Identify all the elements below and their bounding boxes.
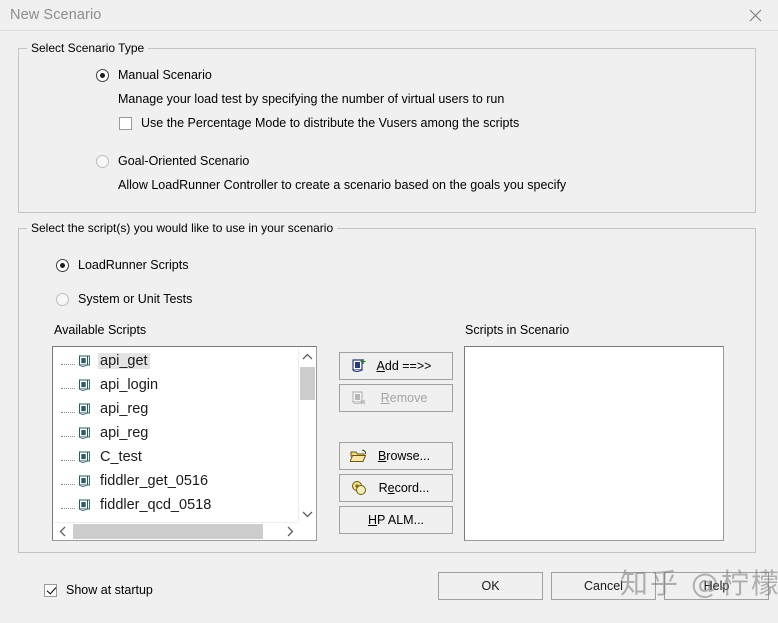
percentage-mode-label: Use the Percentage Mode to distribute th… <box>141 116 519 130</box>
radio-indicator-manual <box>96 69 109 82</box>
record-button[interactable]: Record... <box>339 474 453 502</box>
script-icon <box>77 378 92 393</box>
tree-line <box>61 435 75 437</box>
remove-script-label: Remove <box>368 391 452 405</box>
browse-button[interactable]: Browse... <box>339 442 453 470</box>
record-label: Record... <box>368 481 452 495</box>
tree-line <box>61 363 75 365</box>
list-item-label: api_login <box>98 377 160 393</box>
window-title: New Scenario <box>10 7 101 23</box>
scroll-up-arrow-icon[interactable] <box>299 348 316 365</box>
radio-loadrunner-scripts[interactable]: LoadRunner Scripts <box>56 258 188 272</box>
radio-indicator-loadrunner <box>56 259 69 272</box>
available-horizontal-scroll-thumb[interactable] <box>73 524 263 539</box>
title-bar: New Scenario <box>0 0 778 31</box>
scripts-group-legend: Select the script(s) you would like to u… <box>27 221 337 235</box>
record-icon <box>350 479 368 497</box>
list-item-label: fiddler_qcd_0518 <box>98 497 213 513</box>
hp-alm-button[interactable]: HP ALM... <box>339 506 453 534</box>
available-horizontal-scrollbar[interactable] <box>54 522 298 539</box>
scripts-in-scenario-items[interactable] <box>467 349 721 538</box>
percentage-mode-checkbox[interactable]: Use the Percentage Mode to distribute th… <box>119 116 519 130</box>
scripts-in-scenario-label: Scripts in Scenario <box>465 323 569 337</box>
list-item[interactable]: fiddler_qcd_0518 <box>55 493 299 517</box>
available-scripts-items[interactable]: api_get api_login api_reg api_reg C_testfidd… <box>55 349 299 521</box>
radio-label-goal: Goal-Oriented Scenario <box>118 154 249 168</box>
hp-alm-label: HP ALM... <box>340 513 452 527</box>
radio-indicator-goal <box>96 155 109 168</box>
goal-scenario-description: Allow LoadRunner Controller to create a … <box>118 178 566 192</box>
list-item[interactable]: fiddler_get_0516 <box>55 469 299 493</box>
list-item[interactable]: api_get <box>55 349 299 373</box>
list-item[interactable]: api_reg <box>55 421 299 445</box>
available-vertical-scrollbar[interactable] <box>298 348 315 522</box>
cancel-button[interactable]: Cancel <box>551 572 656 600</box>
checkbox-indicator-show-at-startup <box>44 584 57 597</box>
radio-goal-oriented-scenario[interactable]: Goal-Oriented Scenario <box>96 154 249 168</box>
scrollbar-corner <box>298 522 315 539</box>
scroll-left-arrow-icon[interactable] <box>54 523 71 540</box>
tree-line <box>61 483 75 485</box>
tree-line <box>61 411 75 413</box>
close-button[interactable] <box>733 0 778 30</box>
remove-script-icon <box>350 389 368 407</box>
manual-scenario-description: Manage your load test by specifying the … <box>118 92 504 106</box>
list-item[interactable]: C_test <box>55 445 299 469</box>
tree-line <box>61 507 75 509</box>
radio-system-unit-tests[interactable]: System or Unit Tests <box>56 292 192 306</box>
scripts-in-scenario-listbox[interactable] <box>464 346 724 541</box>
list-item-label: api_get <box>98 353 150 369</box>
add-script-label: Add ==>> <box>368 359 452 373</box>
script-icon <box>77 402 92 417</box>
radio-label-manual: Manual Scenario <box>118 68 212 82</box>
radio-label-loadrunner: LoadRunner Scripts <box>78 258 188 272</box>
list-item-label: C_test <box>98 449 144 465</box>
list-item-label: fiddler_get_0516 <box>98 473 210 489</box>
available-scripts-listbox[interactable]: api_get api_login api_reg api_reg C_testfidd… <box>52 346 317 541</box>
tree-line <box>61 459 75 461</box>
scroll-right-arrow-icon[interactable] <box>281 523 298 540</box>
ok-button[interactable]: OK <box>438 572 543 600</box>
show-at-startup-checkbox[interactable]: Show at startup <box>44 583 153 597</box>
scenario-type-legend: Select Scenario Type <box>27 41 148 55</box>
scroll-down-arrow-icon[interactable] <box>299 505 316 522</box>
list-item[interactable]: api_login <box>55 373 299 397</box>
radio-label-system-unit: System or Unit Tests <box>78 292 192 306</box>
checkbox-indicator-percentage <box>119 117 132 130</box>
add-script-button[interactable]: Add ==>> <box>339 352 453 380</box>
script-icon <box>77 426 92 441</box>
help-button[interactable]: Help <box>664 572 769 600</box>
script-icon <box>77 474 92 489</box>
list-item-label: api_reg <box>98 401 150 417</box>
browse-label: Browse... <box>368 449 452 463</box>
tree-line <box>61 387 75 389</box>
list-item-label: api_reg <box>98 425 150 441</box>
available-vertical-scroll-thumb[interactable] <box>300 367 315 400</box>
radio-indicator-system-unit <box>56 293 69 306</box>
script-icon <box>77 498 92 513</box>
show-at-startup-label: Show at startup <box>66 583 153 597</box>
script-icon <box>77 354 92 369</box>
add-script-icon <box>350 357 368 375</box>
script-icon <box>77 450 92 465</box>
close-icon <box>749 9 762 22</box>
available-scripts-label: Available Scripts <box>54 323 146 337</box>
remove-script-button[interactable]: Remove <box>339 384 453 412</box>
open-folder-icon <box>350 447 368 465</box>
list-item[interactable]: api_reg <box>55 397 299 421</box>
list-item[interactable]: JavaVuser1 <box>55 517 299 521</box>
radio-manual-scenario[interactable]: Manual Scenario <box>96 68 212 82</box>
